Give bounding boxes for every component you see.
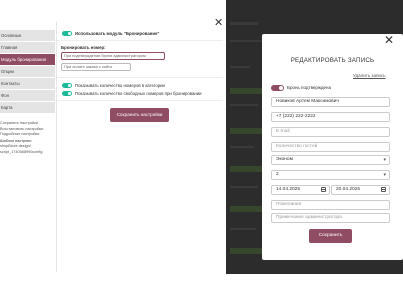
sidebar-divider: [56, 22, 57, 272]
show-free-count-label: Показывать количество свободных номеров …: [75, 91, 202, 96]
advanced-settings-link[interactable]: Подробные настройки: [0, 132, 57, 138]
save-button[interactable]: Сохранить: [309, 229, 352, 243]
book-option-admin[interactable]: При подтверждении брони администратором: [61, 52, 165, 60]
chevron-down-icon: ▾: [383, 157, 386, 163]
background-row: [230, 248, 262, 254]
background-row: [230, 128, 262, 134]
room-count-value: 2: [276, 172, 279, 177]
calendar-icon[interactable]: [321, 187, 326, 192]
date-to-field[interactable]: 20.04.2025: [331, 185, 390, 195]
sidebar-item-background[interactable]: Фон: [0, 90, 55, 101]
phone-field[interactable]: +7 (222) 222-2222: [271, 112, 390, 122]
name-field-value: Новиков Артем Максимович: [276, 99, 339, 104]
room-count-select[interactable]: 2 ▾: [271, 170, 390, 180]
sidebar-links: Сохранить настройки Восстановить настрой…: [0, 121, 57, 156]
sidebar-item-booking-module[interactable]: Модуль бронирования: [0, 54, 55, 65]
room-type-value: Эконом: [276, 157, 293, 162]
divider: [57, 77, 223, 78]
template-code: script_1740568990config: [0, 149, 43, 154]
guests-field-placeholder: Количество гостей: [276, 144, 318, 149]
divider: [57, 100, 223, 101]
booking-confirmed-label: Бронь подтверждена: [287, 85, 332, 90]
date-from-field[interactable]: 14.04.2025: [271, 185, 330, 195]
use-booking-toggle[interactable]: [62, 31, 72, 36]
close-icon[interactable]: ✕: [214, 18, 223, 29]
show-count-label: Показывать количество номеров в категори…: [75, 83, 165, 88]
admin-note-field[interactable]: Примечание администратора: [271, 213, 390, 223]
sidebar-item-main[interactable]: Основные: [0, 30, 55, 41]
modal-close-icon[interactable]: ✕: [384, 34, 394, 46]
show-free-count-toggle[interactable]: [62, 91, 72, 96]
modal-title: РЕДАКТИРОВАТЬ ЗАПИСЬ: [290, 57, 375, 64]
booking-confirmed-toggle[interactable]: [271, 85, 284, 91]
email-field[interactable]: E-mail: [271, 127, 390, 137]
background-row: [230, 40, 262, 42]
divider: [57, 40, 223, 41]
wishes-field-placeholder: Пожелания: [276, 202, 302, 207]
date-from-value: 14.04.2025: [276, 187, 301, 192]
background-row: [230, 166, 262, 172]
background-row: [230, 88, 262, 94]
date-to-value: 20.04.2025: [336, 187, 361, 192]
book-number-label: Бронировать номер:: [61, 45, 106, 50]
use-booking-label: Использовать модуль "Бронирование": [75, 31, 160, 36]
background-row: [230, 22, 258, 25]
background-row: [230, 186, 258, 188]
chevron-down-icon: ▾: [383, 172, 386, 178]
settings-panel: Основные Главная Модуль бронирования Опц…: [0, 0, 226, 294]
screen: Основные Главная Модуль бронирования Опц…: [0, 0, 403, 294]
phone-field-value: +7 (222) 222-2222: [276, 114, 316, 119]
book-option-payment[interactable]: При оплате заказа с сайта: [61, 63, 131, 71]
sidebar-item-map[interactable]: Карта: [0, 102, 55, 113]
calendar-icon[interactable]: [381, 187, 386, 192]
background-row: [230, 228, 256, 230]
email-field-placeholder: E-mail: [276, 129, 290, 134]
background-row: [230, 104, 258, 106]
wishes-field[interactable]: Пожелания: [271, 200, 390, 210]
save-settings-button[interactable]: Сохранить настройки: [110, 108, 169, 122]
room-type-select[interactable]: Эконом ▾: [271, 155, 390, 165]
sidebar-item-contacts[interactable]: Контакты: [0, 78, 55, 89]
background-row: [230, 66, 250, 68]
settings-sidebar: Основные Главная Модуль бронирования Опц…: [0, 30, 55, 114]
delete-record-link[interactable]: Удалить запись: [353, 73, 386, 78]
background-row: [230, 146, 254, 148]
sidebar-item-home[interactable]: Главная: [0, 42, 55, 53]
sidebar-item-options[interactable]: Опции: [0, 66, 55, 77]
name-field[interactable]: Новиков Артем Максимович: [271, 97, 390, 107]
background-row: [230, 206, 262, 212]
admin-note-placeholder: Примечание администратора: [276, 215, 342, 220]
guests-field[interactable]: Количество гостей: [271, 142, 390, 152]
show-count-toggle[interactable]: [62, 83, 72, 88]
